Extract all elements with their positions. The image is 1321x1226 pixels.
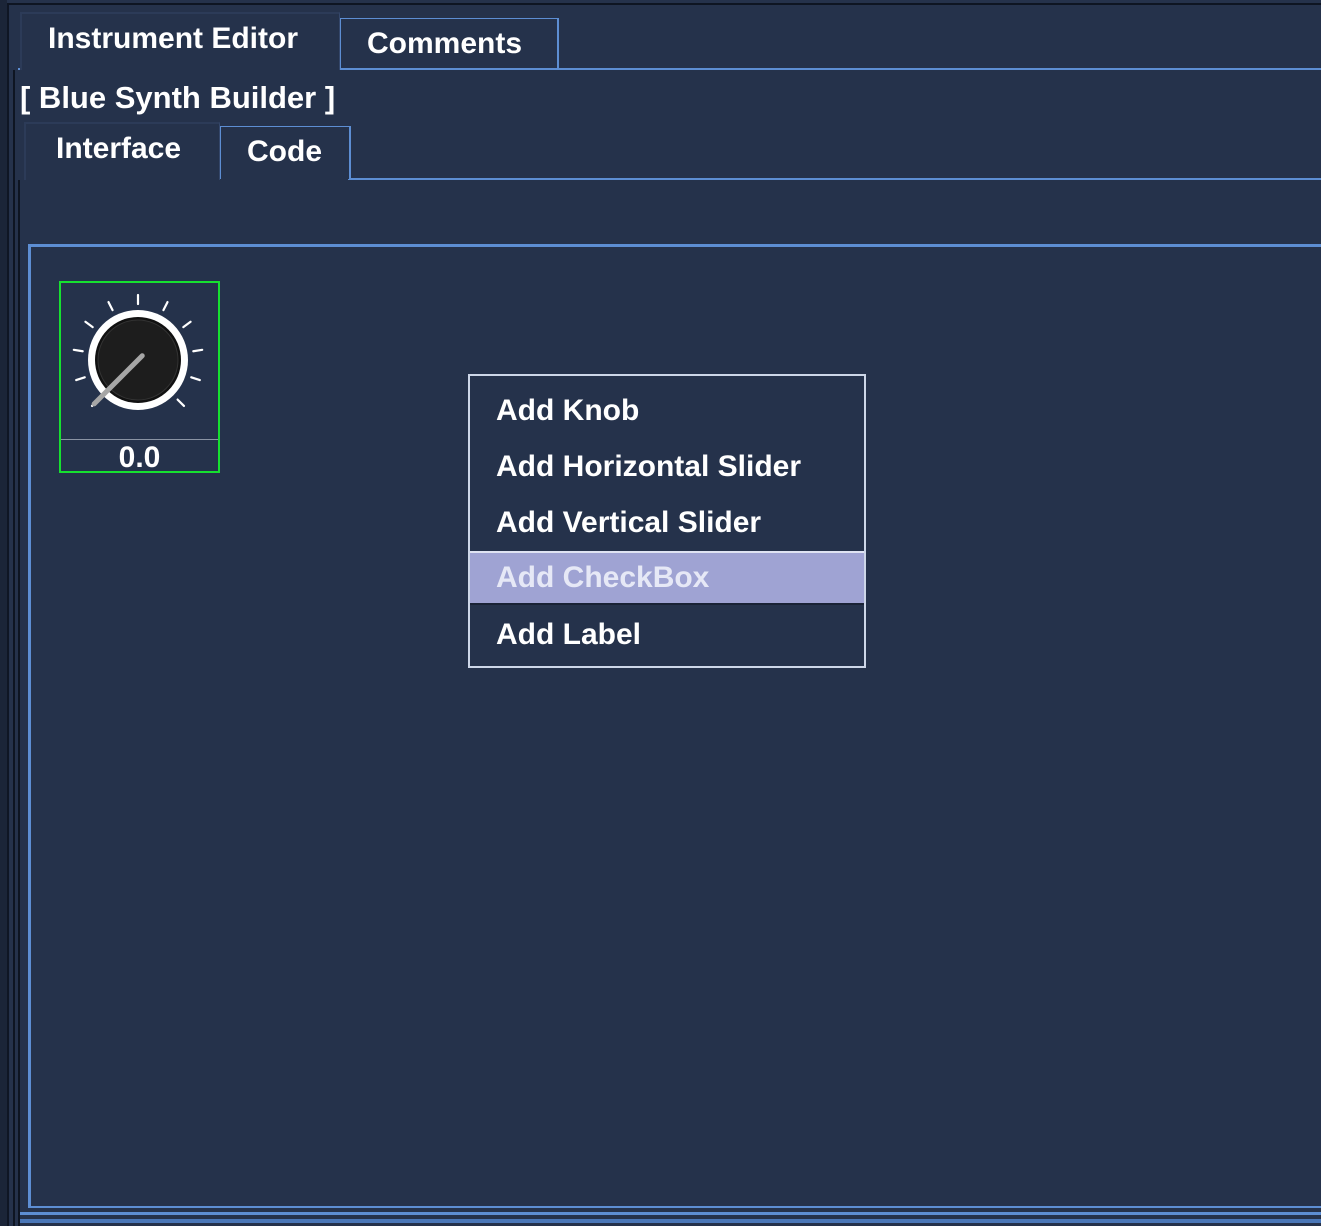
- tab-comments[interactable]: Comments: [340, 18, 559, 68]
- menu-item-add-horizontal-slider[interactable]: Add Horizontal Slider: [470, 440, 864, 494]
- instrument-editor-window: Instrument Editor Comments [ Blue Synth …: [0, 0, 1321, 1226]
- tab-comments-label: Comments: [367, 27, 523, 60]
- inner-tabstrip-line: [348, 178, 1321, 180]
- window-bottom-border: [20, 1219, 1321, 1223]
- tab-instrument-editor[interactable]: Instrument Editor: [20, 12, 340, 70]
- knob-tick: [192, 348, 204, 353]
- knob-tick: [84, 320, 94, 329]
- knob-tick: [107, 300, 114, 312]
- tab-interface[interactable]: Interface: [24, 122, 220, 180]
- outer-tabstrip-line: [338, 68, 1321, 70]
- knob-value-divider: [61, 439, 218, 440]
- add-component-context-menu: Add Knob Add Horizontal Slider Add Verti…: [468, 374, 866, 668]
- tab-code[interactable]: Code: [220, 126, 351, 179]
- tab-code-label: Code: [247, 135, 322, 168]
- window-left-edge: [0, 0, 7, 1226]
- tab-interface-label: Interface: [56, 132, 182, 165]
- knob-tick: [176, 398, 186, 408]
- panel-left-border: [18, 180, 20, 1226]
- knob-value: 0.0: [118, 441, 161, 474]
- menu-item-add-checkbox[interactable]: Add CheckBox: [470, 551, 864, 605]
- window-left-border: [7, 4, 9, 1226]
- tab-instrument-editor-label: Instrument Editor: [48, 22, 299, 55]
- knob-tick: [162, 300, 169, 312]
- inner-left-border: [13, 70, 15, 1226]
- menu-item-add-label[interactable]: Add Label: [470, 608, 864, 662]
- knob-tick: [182, 320, 192, 329]
- knob-tick: [72, 348, 84, 353]
- knob-widget[interactable]: 0.0: [59, 281, 220, 473]
- knob-tick: [190, 376, 201, 382]
- knob-tick: [75, 376, 86, 382]
- menu-item-add-knob[interactable]: Add Knob: [470, 384, 864, 438]
- panel-bottom-border: [20, 1212, 1321, 1215]
- knob-dial-icon[interactable]: [61, 283, 218, 439]
- builder-title: [ Blue Synth Builder ]: [20, 80, 336, 115]
- window-top-border: [7, 3, 1321, 5]
- menu-item-add-vertical-slider[interactable]: Add Vertical Slider: [470, 496, 864, 550]
